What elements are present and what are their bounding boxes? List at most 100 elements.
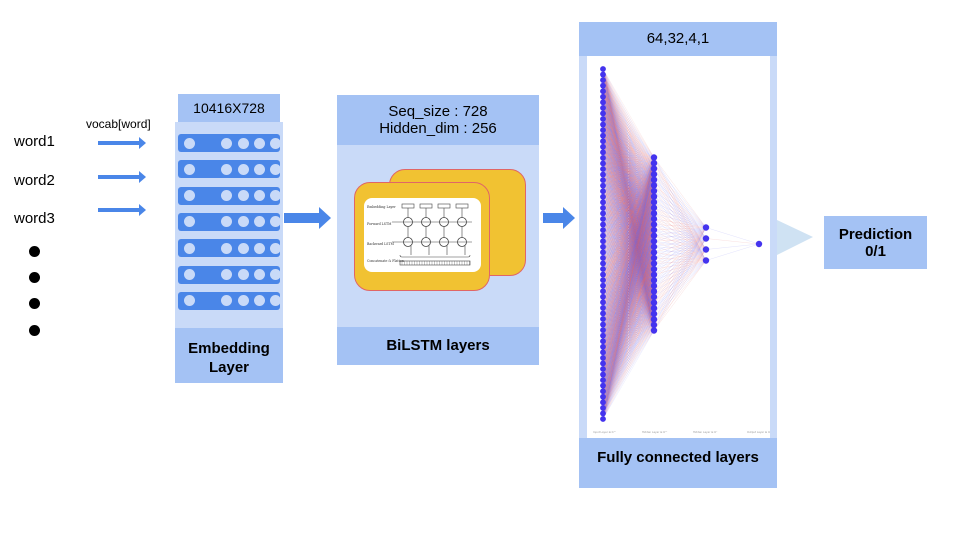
embedding-value-dot [238,216,249,228]
bilstm-hidden-dim: Hidden_dim : 256 [379,120,497,137]
neuron-layer-1 [600,360,606,367]
embedding-value-dot [270,137,281,149]
neuron-layer-1 [600,188,606,195]
neuron-layer-2 [650,187,658,195]
neuron-layer-2 [650,299,658,306]
neuron-layer-1 [600,238,606,245]
neuron-layer-1 [600,88,606,95]
neuron-layer-2 [650,215,658,223]
neuron-layer-2 [650,249,658,256]
neuron-layer-1 [600,282,606,289]
fc-title-text: Fully connected layers [597,449,759,466]
neuron-layer-2 [650,198,658,206]
neuron-layer-1 [600,354,606,361]
embedding-value-dot [254,242,265,254]
neuron-layer-2 [650,277,658,284]
neuron-layer-1 [600,266,606,272]
neuron-layer-1 [600,249,606,256]
neuron-layer-1 [600,82,606,89]
neuron-layer-1 [600,143,606,150]
embedding-value-dot [184,242,195,254]
embedding-value-dot [221,216,232,228]
neuron-layer-1 [600,132,606,139]
neuron-layer-3 [702,235,710,242]
embedding-value-dot [221,137,232,149]
embedding-value-dot [254,190,265,202]
neuron-layer-2 [650,321,658,329]
neuron-layer-2 [650,154,658,161]
neuron-layer-2 [650,316,658,323]
neuron-layer-2 [650,243,658,250]
embedding-value-dot [238,242,249,254]
neuron-layer-1 [600,127,606,134]
input-word-3: word3 [14,210,55,227]
lookup-arrow-1 [98,137,146,149]
neuron-layer-2 [650,271,658,278]
neuron-layer-1 [600,199,606,206]
neuron-layer-1 [600,110,606,117]
neuron-layer-1 [600,204,606,211]
neuron-layer-1 [600,77,606,84]
neuron-layer-1 [600,138,606,145]
embedding-value-dot [184,137,195,149]
ellipsis-dot [29,298,40,309]
embedding-value-dot [238,295,249,307]
flow-arrow-embedding-to-bilstm [284,207,331,229]
prediction-box: Prediction 0/1 [824,216,927,269]
prediction-label: Prediction [838,226,913,243]
embedding-value-dot [221,269,232,280]
bilstm-architecture-figure: Embedding Layer Forward LSTM Backward LSTM… [364,198,481,272]
embedding-value-dot [184,269,195,280]
neuron-layer-1 [600,343,606,350]
embedding-vector-row [178,265,281,284]
flow-arrow-bilstm-to-fc [543,207,575,229]
neuron-layer-1 [600,410,606,417]
embedding-value-dot [270,242,281,254]
neuron-layer-1 [600,93,606,100]
embedding-value-dot [270,190,281,202]
input-word-1: word1 [14,133,55,150]
neuron-layer-1 [600,288,606,295]
neuron-layer-2 [650,282,658,290]
embedding-title-line2: Layer [208,359,250,376]
output-arrow-icon [777,220,813,255]
embedding-vector-row [178,134,281,152]
layer-caption: Input Layer ∈ ℝ⁶⁴ [593,430,616,434]
layer-caption: Hidden Layer ∈ ℝ⁴ [693,430,717,434]
neuron-layer-1 [600,160,606,167]
neuron-layer-1 [600,104,606,111]
neuron-layer-1 [600,221,606,228]
neuron-layer-1 [600,254,606,261]
neuron-layer-1 [600,71,606,78]
neuron-layer-1 [600,332,606,339]
neuron-layer-2 [650,182,658,189]
neuron-layer-1 [600,216,606,222]
fc-title: Fully connected layers [579,438,777,488]
neuron-layer-2 [650,293,658,301]
lookup-arrow-3 [98,204,146,216]
neuron-layer-2 [650,210,658,217]
neuron-layer-1 [600,260,606,267]
embedding-value-dot [184,216,195,228]
embedding-value-dot [221,295,232,307]
neuron-layer-1 [600,393,606,400]
neuron-layer-1 [600,232,606,239]
neuron-layer-2 [650,238,658,245]
neuron-layer-1 [600,416,606,422]
embedding-value-dot [254,269,265,280]
embedding-value-dot [221,190,232,202]
neuron-layer-1 [600,371,606,378]
neuron-layer-4 [755,240,763,248]
neuron-layer-1 [600,316,606,322]
neuron-layer-1 [600,404,606,411]
figure-row-label: Backward LSTM [367,242,395,246]
layer-caption: Hidden Layer ∈ ℝ³² [642,430,667,434]
neuron-layer-2 [650,310,658,317]
ellipsis-dot [29,272,40,283]
neuron-layer-1 [600,327,606,334]
embedding-value-dot [270,295,281,307]
embedding-vector-row [178,291,281,310]
input-word-2: word2 [14,172,55,189]
embedding-vector-row [178,160,281,179]
neuron-layer-2 [650,327,658,334]
